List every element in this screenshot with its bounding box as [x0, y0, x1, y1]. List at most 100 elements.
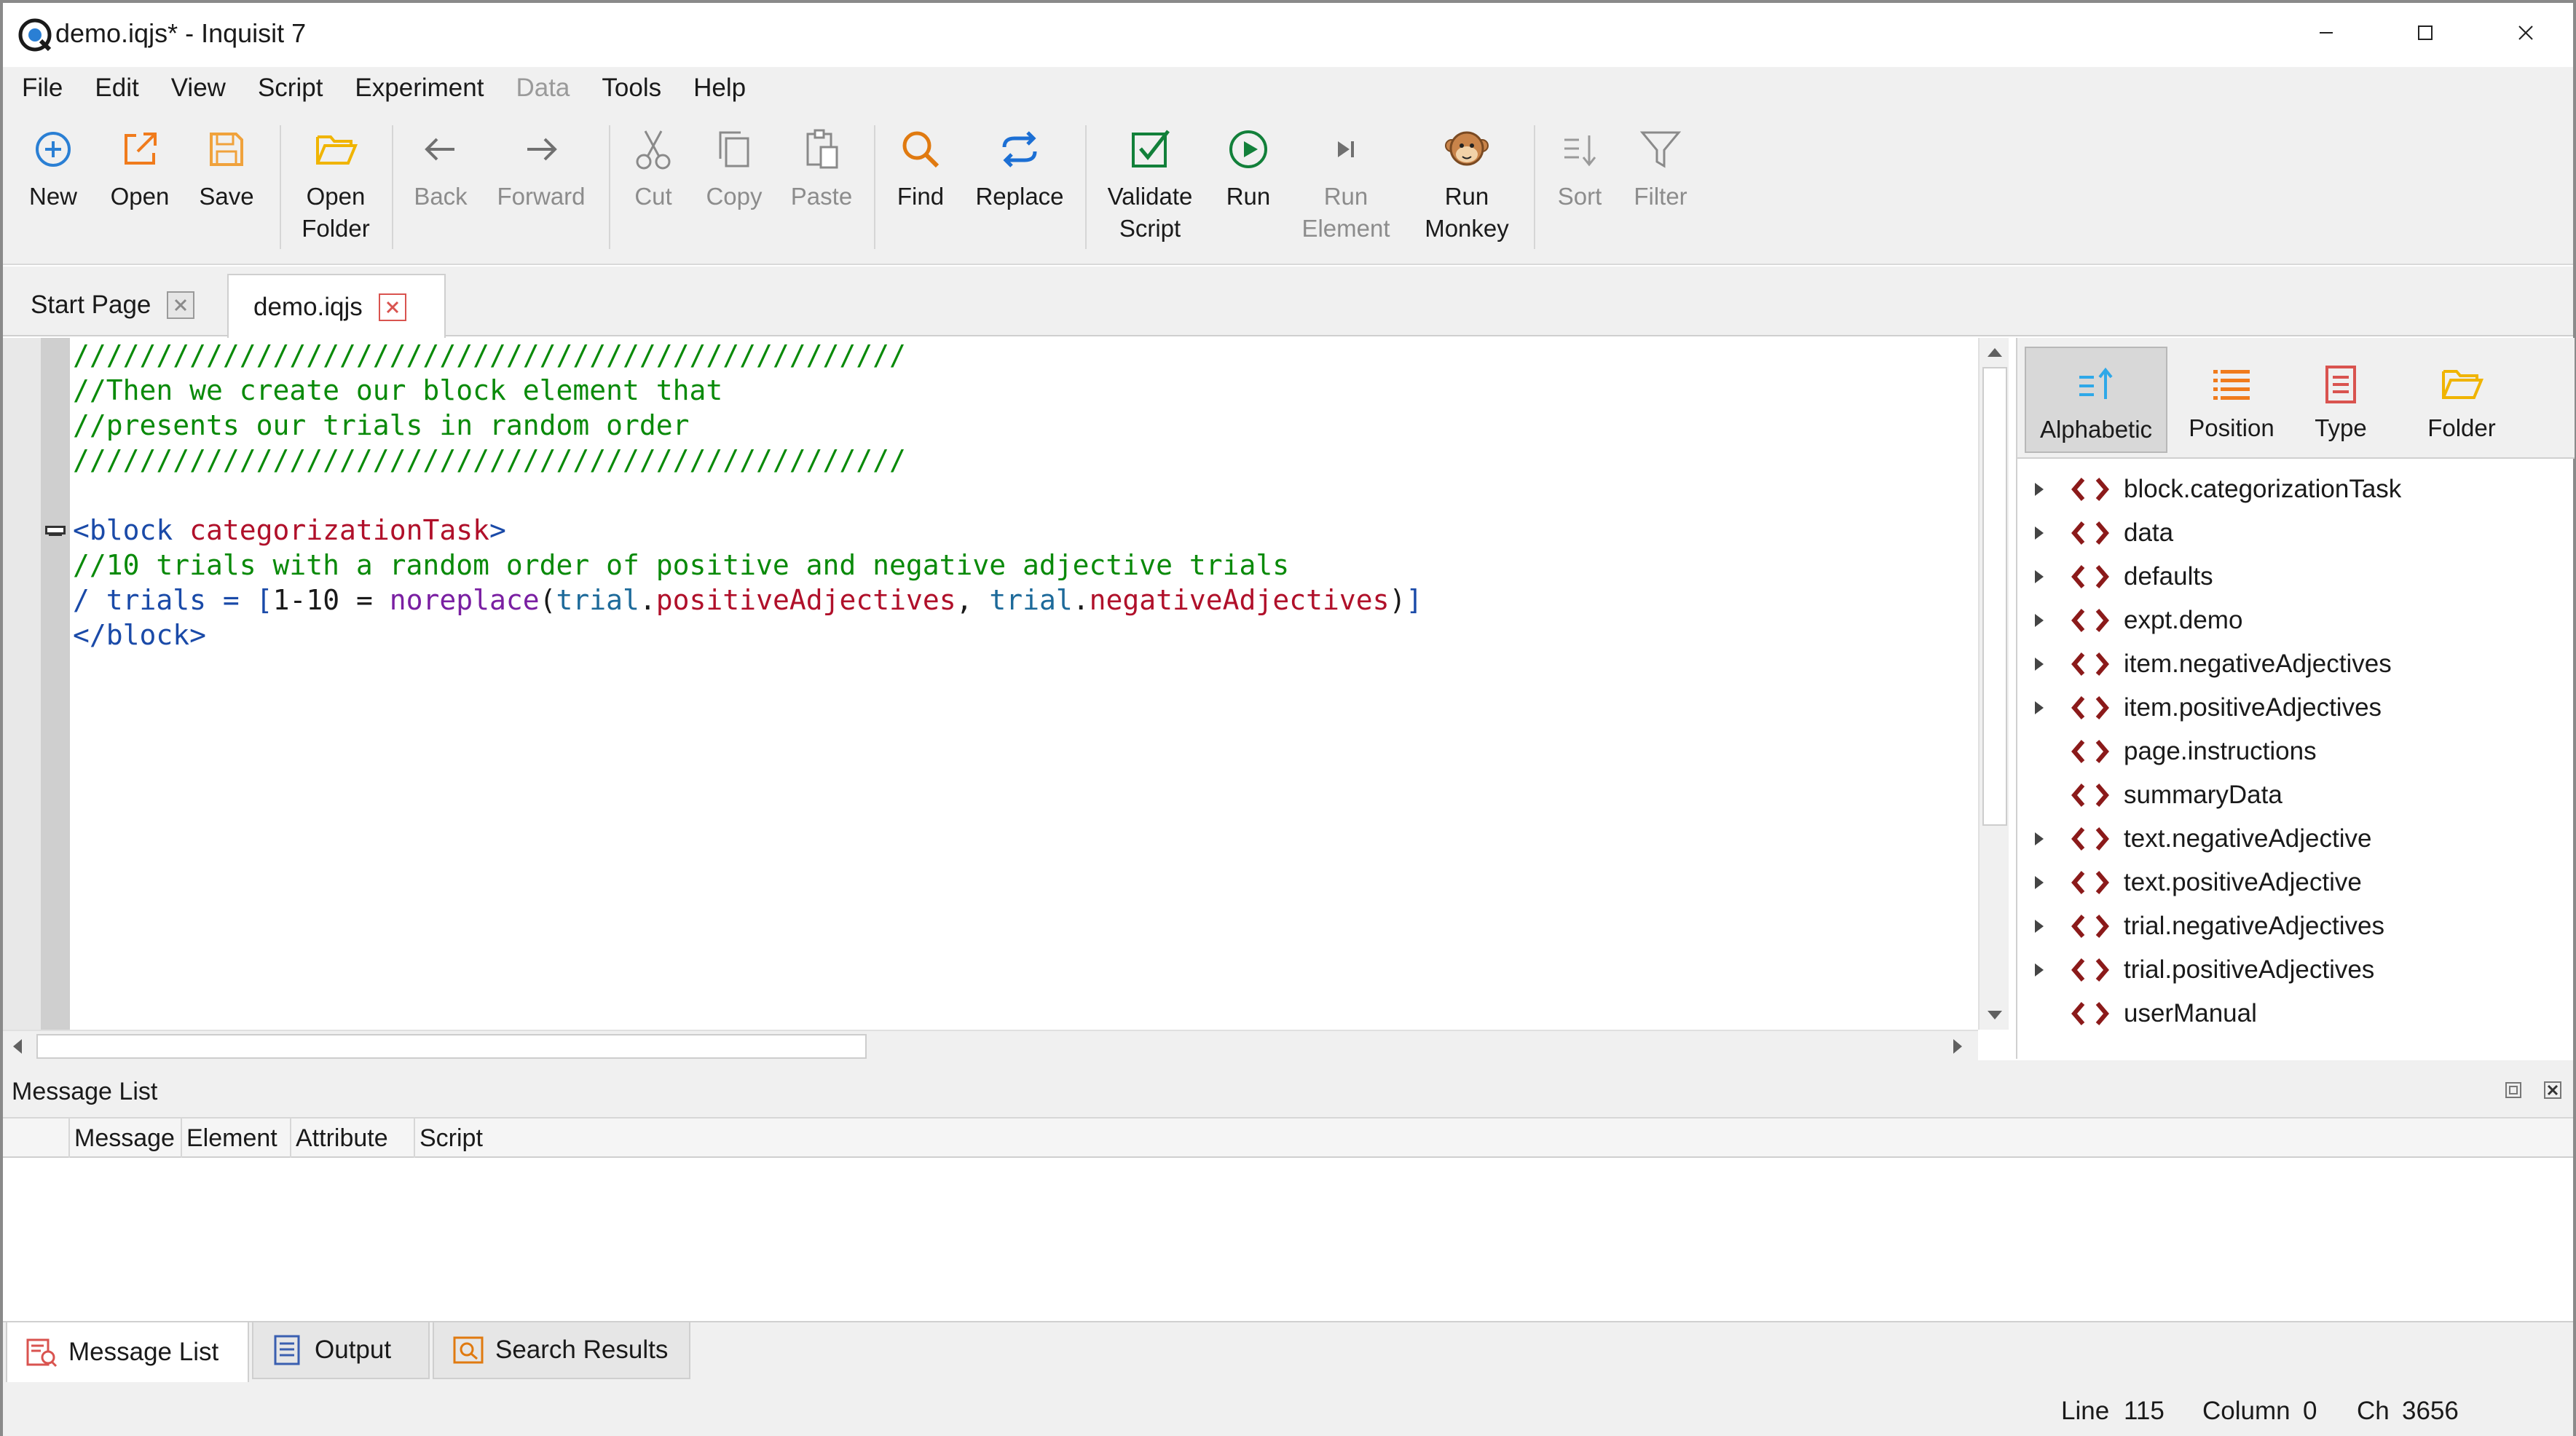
column-header-element[interactable]: Element: [181, 1119, 290, 1158]
expand-arrow-icon[interactable]: [2035, 963, 2044, 977]
run-button[interactable]: Run: [1218, 124, 1279, 213]
minimize-button[interactable]: [2282, 9, 2370, 57]
tree-item[interactable]: text.negativeAdjective: [2017, 817, 2575, 861]
editor-horizontal-scrollbar[interactable]: [3, 1030, 1978, 1060]
code-token: ]: [1406, 584, 1423, 616]
open-folder-button[interactable]: Open Folder: [296, 124, 376, 245]
expand-arrow-icon[interactable]: [2035, 658, 2044, 671]
arrow-left-icon: [425, 138, 454, 161]
run-element-button[interactable]: Run Element: [1298, 124, 1394, 245]
menu-experiment[interactable]: Experiment: [355, 74, 484, 103]
expand-arrow-icon[interactable]: [2035, 526, 2044, 540]
maximize-icon: [2418, 25, 2433, 40]
sort-type-button[interactable]: Type: [2297, 347, 2384, 453]
open-external-icon: [125, 133, 157, 165]
tab-message-list[interactable]: Message List: [6, 1322, 249, 1384]
new-button[interactable]: New: [22, 124, 84, 213]
sort-folder-label: Folder: [2427, 414, 2496, 441]
tree-item[interactable]: trial.negativeAdjectives: [2017, 904, 2575, 948]
scroll-up-icon[interactable]: [1982, 342, 2007, 364]
tab-output[interactable]: Output: [252, 1322, 430, 1379]
open-label: Open: [110, 183, 170, 210]
tree-item[interactable]: page.instructions: [2017, 730, 2575, 773]
tree-item[interactable]: defaults: [2017, 555, 2575, 599]
close-panel-icon[interactable]: [2542, 1079, 2564, 1101]
run-monkey-button[interactable]: Run Monkey: [1416, 124, 1518, 245]
expand-arrow-icon[interactable]: [2035, 483, 2044, 496]
filter-button[interactable]: Filter: [1628, 124, 1693, 213]
element-code-icon: [2071, 696, 2109, 719]
sort-position-button[interactable]: Position: [2173, 347, 2290, 453]
toolbar-separator: [1534, 125, 1535, 249]
tab-start-page[interactable]: Start Page: [6, 274, 224, 336]
maximize-button[interactable]: [2382, 9, 2469, 57]
run-label: Run: [1226, 183, 1271, 210]
tree-item[interactable]: userManual: [2017, 992, 2575, 1035]
scroll-left-icon[interactable]: [7, 1034, 29, 1059]
expand-arrow-icon[interactable]: [2035, 832, 2044, 845]
scroll-down-icon[interactable]: [1982, 1003, 2007, 1025]
expand-arrow-icon[interactable]: [2035, 920, 2044, 933]
tree-item[interactable]: trial.positiveAdjectives: [2017, 948, 2575, 992]
tree-item-label: trial.positiveAdjectives: [2124, 955, 2375, 984]
document-tabs: Start Page demo.iqjs: [3, 267, 2573, 339]
code-token: .: [1072, 584, 1090, 616]
tree-item-label: block.categorizationTask: [2124, 475, 2402, 503]
expand-arrow-icon[interactable]: [2035, 570, 2044, 583]
tab-close-button[interactable]: [378, 293, 406, 321]
menu-script[interactable]: Script: [258, 74, 323, 103]
float-panel-icon[interactable]: [2502, 1079, 2524, 1101]
folder-icon: [2442, 370, 2484, 399]
close-icon: [386, 301, 398, 314]
tree-item[interactable]: expt.demo: [2017, 599, 2575, 642]
tree-item[interactable]: data: [2017, 511, 2575, 555]
search-results-icon: [453, 1336, 484, 1364]
tree-item[interactable]: text.positiveAdjective: [2017, 861, 2575, 904]
menu-file[interactable]: File: [22, 74, 63, 103]
paste-button[interactable]: Paste: [787, 124, 856, 213]
find-button[interactable]: Find: [887, 124, 954, 213]
column-header-message[interactable]: Message: [68, 1119, 181, 1158]
tab-search-results[interactable]: Search Results: [433, 1322, 690, 1379]
tab-demo-iqjs[interactable]: demo.iqjs: [227, 274, 446, 339]
tree-item[interactable]: item.negativeAdjectives: [2017, 642, 2575, 686]
validate-script-button[interactable]: Validate Script: [1104, 124, 1196, 245]
fold-collapse-icon[interactable]: [45, 526, 66, 536]
expand-arrow-icon[interactable]: [2035, 701, 2044, 714]
back-button[interactable]: Back: [408, 124, 473, 213]
code-token: (: [539, 584, 556, 616]
sort-button[interactable]: Sort: [1550, 124, 1610, 213]
menu-bar: File Edit View Script Experiment Data To…: [3, 67, 2573, 109]
scroll-thumb[interactable]: [36, 1034, 867, 1059]
expand-arrow-icon[interactable]: [2035, 876, 2044, 889]
replace-button[interactable]: Replace: [972, 124, 1068, 213]
menu-view[interactable]: View: [171, 74, 226, 103]
menu-edit[interactable]: Edit: [95, 74, 138, 103]
copy-button[interactable]: Copy: [702, 124, 766, 213]
editor-vertical-scrollbar[interactable]: [1978, 338, 2009, 1030]
forward-button[interactable]: Forward: [494, 124, 588, 213]
sort-folder-button[interactable]: Folder: [2411, 347, 2513, 453]
tree-item[interactable]: block.categorizationTask: [2017, 468, 2575, 511]
code-line: / trials = [1-10 = noreplace(trial.posit…: [73, 583, 1422, 618]
column-header-attribute[interactable]: Attribute: [290, 1119, 405, 1158]
code-line: //presents our trials in random order: [73, 409, 690, 441]
tree-item[interactable]: item.positiveAdjectives: [2017, 686, 2575, 730]
expand-arrow-icon[interactable]: [2035, 614, 2044, 627]
menu-tools[interactable]: Tools: [602, 74, 661, 103]
close-window-button[interactable]: [2482, 9, 2569, 57]
menu-help[interactable]: Help: [693, 74, 746, 103]
scroll-right-icon[interactable]: [1946, 1034, 1968, 1059]
sort-alphabetic-button[interactable]: Alphabetic: [2025, 347, 2167, 453]
tab-close-button[interactable]: [167, 291, 195, 319]
code-text[interactable]: ////////////////////////////////////////…: [73, 338, 1422, 652]
scroll-thumb[interactable]: [1982, 367, 2007, 826]
open-button[interactable]: Open: [103, 124, 176, 213]
menu-data[interactable]: Data: [516, 74, 570, 103]
replace-label: Replace: [975, 183, 1064, 210]
column-header-script[interactable]: Script: [414, 1119, 516, 1158]
script-editor[interactable]: ////////////////////////////////////////…: [3, 338, 2009, 1060]
cut-button[interactable]: Cut: [623, 124, 683, 213]
tree-item[interactable]: summaryData: [2017, 773, 2575, 817]
save-button[interactable]: Save: [194, 124, 259, 213]
